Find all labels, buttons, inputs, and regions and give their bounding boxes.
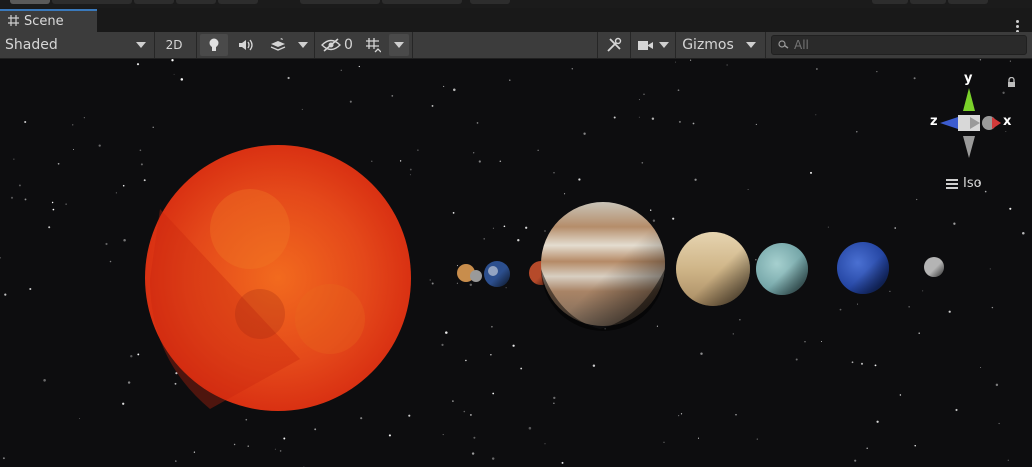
scene-viewport[interactable] — [0, 59, 1032, 467]
effects-toggle[interactable] — [264, 34, 292, 56]
sun[interactable] — [145, 145, 411, 411]
saturn[interactable] — [676, 232, 750, 306]
camera-icon — [637, 41, 653, 50]
effects-dropdown[interactable] — [294, 34, 312, 56]
eye-slash-icon — [321, 38, 341, 52]
gizmos-label: Gizmos — [682, 37, 734, 53]
layers-icon — [270, 38, 286, 51]
chevron-down-icon — [394, 42, 404, 48]
jupiter[interactable] — [541, 202, 665, 331]
hidden-count: 0 — [344, 37, 353, 53]
orientation-gizmo[interactable]: y z x — [928, 68, 1018, 160]
gizmos-dropdown[interactable] — [740, 34, 762, 56]
gizmo-neg-y-arrow[interactable] — [963, 136, 975, 158]
chevron-down-icon — [298, 42, 308, 48]
grid-toggle[interactable] — [360, 34, 386, 56]
lighting-toggle[interactable] — [200, 34, 228, 56]
search-input[interactable] — [790, 38, 1014, 52]
grid-dropdown[interactable] — [389, 34, 409, 56]
projection-label: Iso — [963, 176, 982, 191]
tab-scene[interactable]: Scene — [0, 9, 97, 32]
tools-icon — [607, 37, 622, 52]
solar-system-render — [0, 59, 1032, 467]
editor-top-strip — [0, 0, 1032, 8]
shading-mode-dropdown[interactable]: Shaded — [0, 34, 152, 56]
speaker-icon — [239, 39, 253, 51]
earth[interactable] — [484, 261, 510, 287]
search-field[interactable] — [771, 35, 1027, 55]
lightbulb-icon — [209, 38, 219, 51]
tools-toggle[interactable] — [601, 34, 627, 56]
grid-snap-icon — [366, 38, 381, 53]
projection-toggle[interactable]: Iso — [946, 176, 982, 191]
shading-mode-value: Shaded — [5, 37, 58, 53]
camera-settings[interactable] — [634, 34, 672, 56]
tab-bar: Scene — [0, 8, 1032, 33]
uranus[interactable] — [756, 243, 808, 295]
gizmo-y-label: y — [964, 71, 973, 86]
chevron-down-icon — [658, 42, 669, 48]
chevron-down-icon — [136, 42, 146, 48]
mode-2d-toggle[interactable]: 2D — [158, 34, 190, 56]
gizmo-x-label: x — [1003, 114, 1012, 129]
neptune[interactable] — [837, 242, 889, 294]
grid-icon — [8, 14, 19, 29]
search-icon — [778, 40, 789, 49]
tab-scene-label: Scene — [24, 14, 64, 29]
gizmos-toggle[interactable]: Gizmos — [678, 34, 738, 56]
gizmo-x-arrow[interactable] — [992, 117, 1001, 129]
mode-2d-label: 2D — [165, 38, 183, 52]
gizmo-z-label: z — [930, 114, 938, 129]
gizmo-z-arrow[interactable] — [940, 117, 958, 129]
menu-icon — [946, 177, 958, 191]
pluto[interactable] — [924, 257, 944, 277]
gizmo-y-arrow[interactable] — [963, 88, 975, 111]
audio-toggle[interactable] — [232, 34, 260, 56]
scene-visibility-toggle[interactable]: 0 — [318, 34, 356, 56]
chevron-down-icon — [746, 42, 756, 48]
